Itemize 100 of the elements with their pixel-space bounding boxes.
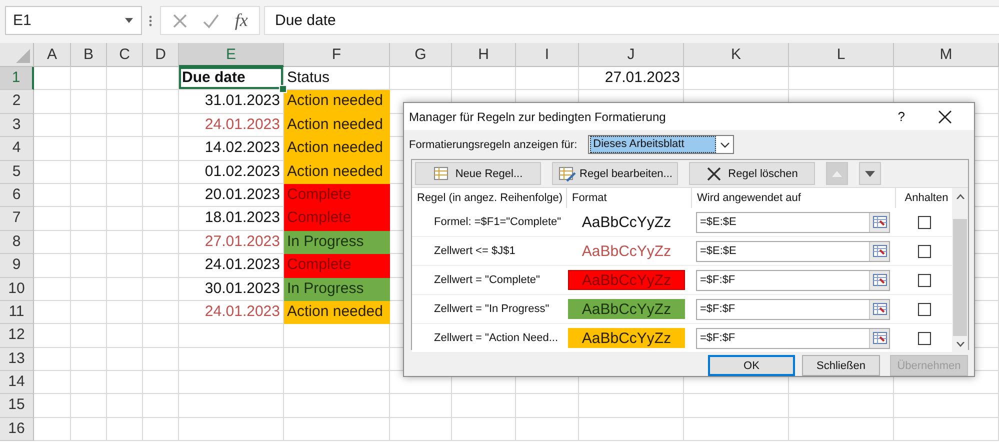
scrollbar[interactable] bbox=[952, 188, 968, 353]
table-cell[interactable] bbox=[34, 254, 71, 278]
column-header[interactable]: A bbox=[34, 43, 71, 67]
table-cell[interactable] bbox=[107, 137, 143, 161]
column-header[interactable]: J bbox=[579, 43, 684, 67]
table-cell[interactable] bbox=[516, 394, 579, 418]
column-header[interactable]: L bbox=[789, 43, 894, 67]
table-cell[interactable] bbox=[107, 207, 143, 231]
table-cell[interactable] bbox=[390, 394, 452, 418]
table-cell[interactable] bbox=[71, 67, 107, 90]
table-cell[interactable] bbox=[107, 90, 143, 114]
table-cell[interactable] bbox=[143, 348, 179, 372]
table-cell[interactable] bbox=[71, 300, 107, 324]
table-cell[interactable] bbox=[143, 418, 179, 442]
table-cell[interactable] bbox=[34, 137, 71, 161]
table-cell[interactable] bbox=[34, 90, 71, 114]
select-all-icon[interactable] bbox=[16, 49, 30, 63]
range-picker-button[interactable] bbox=[869, 328, 889, 348]
table-cell[interactable] bbox=[34, 324, 71, 348]
name-box[interactable]: E1 bbox=[5, 6, 142, 35]
row-header[interactable]: 2 bbox=[0, 90, 34, 114]
check-icon[interactable] bbox=[202, 12, 220, 28]
table-cell[interactable] bbox=[789, 418, 894, 442]
table-cell[interactable] bbox=[107, 230, 143, 254]
table-cell[interactable] bbox=[143, 278, 179, 301]
table-cell[interactable] bbox=[34, 230, 71, 254]
table-cell[interactable] bbox=[579, 394, 684, 418]
column-header[interactable]: F bbox=[284, 43, 390, 67]
insert-function-button[interactable]: fx bbox=[234, 10, 248, 31]
table-cell[interactable] bbox=[284, 324, 390, 348]
cancel-icon[interactable] bbox=[172, 12, 188, 28]
table-cell[interactable] bbox=[71, 254, 107, 278]
table-cell[interactable]: In Progress bbox=[284, 230, 390, 254]
table-cell[interactable] bbox=[143, 207, 179, 231]
column-header[interactable]: H bbox=[452, 43, 516, 67]
table-cell[interactable] bbox=[894, 394, 999, 418]
column-header[interactable]: K bbox=[684, 43, 789, 67]
table-cell[interactable] bbox=[34, 418, 71, 442]
table-cell[interactable] bbox=[143, 300, 179, 324]
range-field[interactable]: =$E:$E bbox=[696, 212, 890, 232]
table-cell[interactable] bbox=[143, 394, 179, 418]
row-header[interactable]: 3 bbox=[0, 114, 34, 138]
row-header[interactable]: 4 bbox=[0, 137, 34, 161]
table-cell[interactable] bbox=[107, 418, 143, 442]
table-cell[interactable] bbox=[179, 371, 284, 394]
table-cell[interactable] bbox=[284, 418, 390, 442]
table-cell[interactable] bbox=[894, 67, 999, 90]
table-cell[interactable] bbox=[894, 418, 999, 442]
row-header[interactable]: 11 bbox=[0, 300, 34, 324]
table-cell[interactable]: Action needed bbox=[284, 160, 390, 184]
table-cell[interactable] bbox=[284, 348, 390, 372]
table-cell[interactable] bbox=[284, 394, 390, 418]
checkbox[interactable] bbox=[918, 216, 930, 228]
table-cell[interactable] bbox=[107, 324, 143, 348]
checkbox[interactable] bbox=[918, 244, 930, 258]
table-cell[interactable] bbox=[107, 67, 143, 90]
table-cell[interactable] bbox=[107, 160, 143, 184]
table-cell[interactable] bbox=[143, 184, 179, 208]
table-cell[interactable] bbox=[789, 394, 894, 418]
table-cell[interactable] bbox=[71, 394, 107, 418]
table-cell[interactable] bbox=[452, 67, 516, 90]
table-cell[interactable] bbox=[390, 418, 452, 442]
range-field[interactable]: =$F:$F bbox=[696, 298, 890, 320]
table-cell[interactable] bbox=[71, 324, 107, 348]
close-icon[interactable] bbox=[938, 110, 952, 124]
table-cell[interactable] bbox=[107, 348, 143, 372]
formula-field[interactable]: Due date bbox=[264, 6, 999, 35]
table-cell[interactable] bbox=[34, 114, 71, 138]
range-field[interactable]: =$F:$F bbox=[696, 328, 890, 348]
table-cell[interactable] bbox=[34, 394, 71, 418]
table-cell[interactable] bbox=[107, 184, 143, 208]
close-button[interactable]: Schließen bbox=[802, 355, 880, 376]
ok-button[interactable]: OK bbox=[708, 355, 795, 376]
row-header[interactable]: 15 bbox=[0, 394, 34, 418]
table-cell[interactable] bbox=[71, 278, 107, 301]
table-cell[interactable]: Action needed bbox=[284, 300, 390, 324]
column-header[interactable]: M bbox=[894, 43, 999, 67]
range-picker-button[interactable] bbox=[869, 212, 889, 232]
table-cell[interactable] bbox=[143, 160, 179, 184]
new-rule-button[interactable]: Neue Regel... bbox=[415, 162, 541, 185]
column-header[interactable]: E bbox=[179, 43, 284, 67]
row-header[interactable]: 1 bbox=[0, 67, 34, 90]
column-header[interactable]: C bbox=[107, 43, 143, 67]
table-cell[interactable] bbox=[71, 184, 107, 208]
table-cell[interactable] bbox=[71, 160, 107, 184]
range-picker-button[interactable] bbox=[869, 270, 889, 290]
row-header[interactable]: 16 bbox=[0, 418, 34, 442]
rule-row[interactable]: Formel: =$F1="Complete" AaBbCcYyZz =$E:$E bbox=[412, 208, 952, 237]
table-cell[interactable]: Action needed bbox=[284, 114, 390, 138]
row-header[interactable]: 8 bbox=[0, 230, 34, 254]
column-header[interactable]: Format bbox=[567, 188, 692, 208]
table-cell[interactable] bbox=[71, 371, 107, 394]
table-cell[interactable]: Action needed bbox=[284, 90, 390, 114]
table-cell[interactable] bbox=[107, 394, 143, 418]
table-cell[interactable] bbox=[684, 394, 789, 418]
row-header[interactable]: 13 bbox=[0, 348, 34, 372]
scroll-down-icon[interactable] bbox=[956, 342, 964, 347]
table-cell[interactable]: In Progress bbox=[284, 278, 390, 301]
table-cell[interactable] bbox=[34, 278, 71, 301]
table-cell[interactable] bbox=[34, 207, 71, 231]
